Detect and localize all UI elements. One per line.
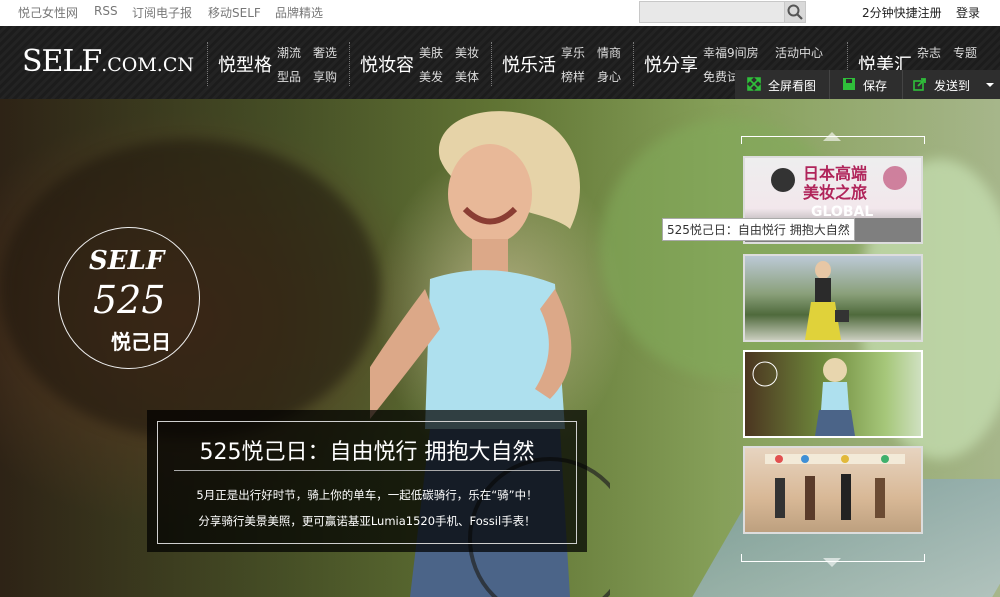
thumbnail-2[interactable] xyxy=(743,254,923,342)
nav-sub-item[interactable]: 身心 xyxy=(597,68,621,85)
nav-sub-item[interactable]: 情商 xyxy=(597,44,621,61)
register-link[interactable]: 2分钟快捷注册 xyxy=(862,4,942,21)
link-mobile-self[interactable]: 移动SELF xyxy=(208,4,261,21)
thumbnail-3[interactable] xyxy=(743,350,923,438)
nav-sub-item[interactable]: 奢选 xyxy=(313,44,337,61)
nav-section-share[interactable]: 悦分享 xyxy=(644,51,698,77)
nav-sub-item[interactable]: 幸福9间房 xyxy=(703,44,759,61)
nav-divider xyxy=(491,42,493,86)
scroll-down-arrow[interactable] xyxy=(823,558,841,567)
save-label: 保存 xyxy=(863,79,888,93)
caption-divider xyxy=(174,470,560,471)
nav-sub-item[interactable]: 享购 xyxy=(313,68,337,85)
thumbnail-3-image xyxy=(752,358,855,436)
image-toolbar: 全屏看图 保存 发送到 xyxy=(735,70,1000,99)
nav-divider xyxy=(349,42,351,86)
nav-sub-item[interactable]: 美体 xyxy=(455,68,479,85)
chevron-down-icon[interactable] xyxy=(985,81,995,89)
nav-divider xyxy=(207,42,209,86)
thumbnail-4[interactable] xyxy=(743,446,923,534)
thumbnail-1-title: 日本高端 美妆之旅 xyxy=(803,164,868,202)
stamp-day-text: 悦己日 xyxy=(111,330,171,354)
nav-section-style[interactable]: 悦型格 xyxy=(218,51,272,77)
search-button[interactable] xyxy=(784,1,806,23)
caption-frame: 525悦己日：自由悦行 拥抱大自然 5月正是出行好时节，骑上你的单车，一起低碳骑… xyxy=(157,421,577,544)
thumbnail-strip: 日本高端 美妆之旅 GLOBAL xyxy=(741,132,925,567)
hero-caption: 525悦己日：自由悦行 拥抱大自然 5月正是出行好时节，骑上你的单车，一起低碳骑… xyxy=(147,410,587,552)
thumbnail-2-image xyxy=(805,261,849,340)
fullscreen-icon xyxy=(747,77,761,91)
nav-sub-item[interactable]: 美肤 xyxy=(419,44,443,61)
caption-desc-line2: 分享骑行美景美照，更可赢诺基亚Lumia1520手机、Fossil手表！ xyxy=(198,514,536,528)
send-to-button[interactable]: 发送到 xyxy=(903,70,1000,99)
nav-sub-item[interactable]: 美发 xyxy=(419,68,443,85)
search-icon xyxy=(787,4,803,20)
self-525-stamp: SELF 525 悦己日 xyxy=(58,227,200,369)
nav-sub-item[interactable]: 活动中心 xyxy=(775,44,823,61)
save-button[interactable]: 保存 xyxy=(830,70,903,99)
nav-sub-item[interactable]: 美妆 xyxy=(455,44,479,61)
send-label: 发送到 xyxy=(934,79,971,93)
logo-suffix: .COM.CN xyxy=(101,54,195,76)
link-self-women[interactable]: 悦己女性网 xyxy=(18,4,78,21)
nav-section-lifestyle[interactable]: 悦乐活 xyxy=(502,51,556,77)
caption-title[interactable]: 525悦己日：自由悦行 拥抱大自然 xyxy=(158,434,576,466)
link-newsletter[interactable]: 订阅电子报 xyxy=(132,4,192,21)
fullscreen-label: 全屏看图 xyxy=(768,79,817,93)
search-input[interactable] xyxy=(639,1,788,23)
link-rss[interactable]: RSS xyxy=(94,4,118,18)
send-icon xyxy=(913,78,926,91)
search-box xyxy=(639,1,807,23)
nav-sub-item[interactable]: 免费试 xyxy=(703,68,739,85)
caption-desc-line1: 5月正是出行好时节，骑上你的单车，一起低碳骑行，乐在“骑”中！ xyxy=(196,488,538,502)
nav-divider xyxy=(633,42,635,86)
nav-sub-item[interactable]: 杂志 xyxy=(917,44,941,61)
stamp-self-text: SELF xyxy=(89,246,165,276)
scroll-up-arrow[interactable] xyxy=(823,132,841,141)
save-icon xyxy=(843,78,855,90)
top-utility-bar: 悦己女性网 RSS 订阅电子报 移动SELF 品牌精选 2分钟快捷注册 登录 xyxy=(0,0,1000,27)
link-brand-select[interactable]: 品牌精选 xyxy=(275,4,323,21)
nav-sub-item[interactable]: 享乐 xyxy=(561,44,585,61)
stamp-525-text: 525 xyxy=(93,278,166,322)
nav-sub-item[interactable]: 型品 xyxy=(277,68,301,85)
nav-sub-item[interactable]: 潮流 xyxy=(277,44,301,61)
nav-sub-item[interactable]: 专题 xyxy=(953,44,977,61)
logo-text: SELF xyxy=(22,44,102,79)
site-logo[interactable]: SELF.COM.CN xyxy=(22,44,194,79)
fullscreen-button[interactable]: 全屏看图 xyxy=(735,70,830,99)
nav-sub-item[interactable]: 榜样 xyxy=(561,68,585,85)
thumbnail-tooltip: 525悦己日：自由悦行 拥抱大自然 xyxy=(662,218,855,241)
thumbnail-4-image xyxy=(765,454,905,520)
nav-section-beauty[interactable]: 悦妆容 xyxy=(360,51,414,77)
login-link[interactable]: 登录 xyxy=(956,4,980,21)
